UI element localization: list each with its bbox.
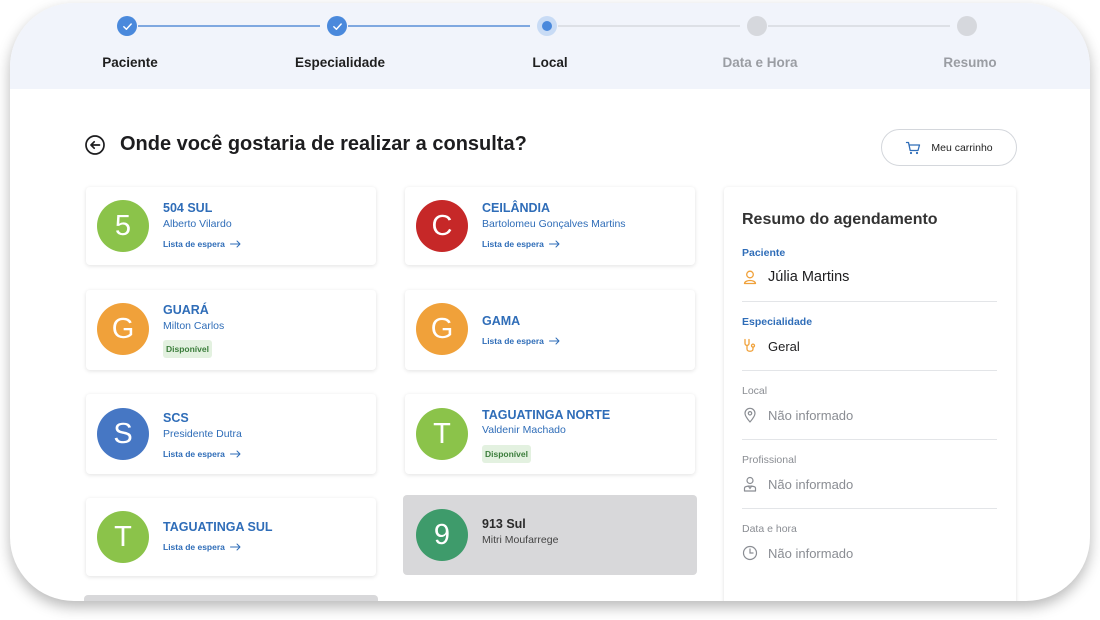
- available-badge: Disponível: [163, 340, 212, 358]
- cart-icon: [906, 141, 921, 154]
- step-label-local: Local: [532, 55, 568, 70]
- location-card-scs[interactable]: S SCS Presidente Dutra Lista de espera: [86, 394, 376, 474]
- summary-datetime-label: Data e hora: [742, 523, 797, 535]
- step-done-icon[interactable]: [117, 16, 137, 36]
- app-window: Paciente Especialidade Local Data e Hora…: [10, 3, 1090, 601]
- location-name: SCS: [163, 411, 189, 425]
- summary-specialty: Especialidade Geral: [742, 316, 997, 354]
- step-connector: [558, 25, 740, 27]
- summary-patient-label: Paciente: [742, 247, 786, 259]
- user-icon: [743, 270, 757, 285]
- location-name: GUARÁ: [163, 303, 209, 317]
- location-card-partial: [84, 595, 378, 601]
- summary-specialty-label: Especialidade: [742, 316, 813, 328]
- location-name: 504 SUL: [163, 201, 213, 215]
- location-avatar: G: [97, 303, 149, 355]
- summary-datetime: Data e hora Não informado: [742, 523, 997, 561]
- waitlist-link-label: Lista de espera: [482, 239, 544, 249]
- arrow-right-icon: [229, 450, 241, 458]
- summary-specialty-value: Geral: [768, 338, 800, 354]
- summary-professional-label: Profissional: [742, 454, 797, 466]
- waitlist-link-label: Lista de espera: [163, 542, 225, 552]
- waitlist-link-label: Lista de espera: [163, 239, 225, 249]
- step-connector: [348, 25, 530, 27]
- step-connector: [138, 25, 320, 27]
- doctor-icon: [743, 476, 757, 492]
- location-card-ceilandia[interactable]: C CEILÂNDIA Bartolomeu Gonçalves Martins…: [405, 187, 695, 265]
- waitlist-link[interactable]: Lista de espera: [163, 239, 241, 249]
- waitlist-link[interactable]: Lista de espera: [482, 336, 560, 346]
- location-card-guara[interactable]: G GUARÁ Milton Carlos Disponível: [86, 290, 376, 370]
- summary-place: Local Não informado: [742, 385, 997, 423]
- back-arrow-icon[interactable]: [84, 134, 106, 156]
- location-card-913-sul: 9 913 Sul Mitri Moufarrege: [403, 495, 697, 575]
- summary-patient-value: Júlia Martins: [768, 269, 850, 285]
- location-avatar: G: [416, 303, 468, 355]
- location-pin-icon: [744, 407, 756, 423]
- divider: [742, 301, 997, 302]
- step-pending-icon: [957, 16, 977, 36]
- waitlist-link-label: Lista de espera: [482, 336, 544, 346]
- divider: [742, 370, 997, 371]
- location-avatar: S: [97, 408, 149, 460]
- summary-datetime-value: Não informado: [768, 545, 854, 561]
- location-doctor: Milton Carlos: [163, 320, 225, 332]
- location-name: TAGUATINGA SUL: [163, 520, 273, 534]
- step-label-especialidade[interactable]: Especialidade: [270, 55, 410, 70]
- page-title: Onde você gostaria de realizar a consult…: [120, 133, 527, 155]
- step-label-paciente[interactable]: Paciente: [60, 55, 200, 70]
- location-doctor: Alberto Vilardo: [163, 218, 232, 230]
- waitlist-link[interactable]: Lista de espera: [163, 449, 241, 459]
- location-avatar: 5: [97, 200, 149, 252]
- location-name: CEILÂNDIA: [482, 201, 551, 215]
- arrow-right-icon: [548, 240, 560, 248]
- location-avatar: T: [416, 408, 468, 460]
- step-current-icon: [537, 16, 557, 36]
- arrow-right-icon: [229, 240, 241, 248]
- step-label-data-hora: Data e Hora: [722, 55, 798, 70]
- location-doctor: Mitri Moufarrege: [482, 534, 559, 546]
- location-avatar: 9: [416, 509, 468, 561]
- location-name: GAMA: [482, 314, 521, 328]
- summary-place-value: Não informado: [768, 407, 854, 423]
- step-label-resumo: Resumo: [943, 55, 997, 70]
- location-name: 913 Sul: [482, 517, 526, 531]
- step-connector: [768, 25, 950, 27]
- arrow-right-icon: [229, 543, 241, 551]
- booking-summary-panel: Resumo do agendamento Paciente Júlia Mar…: [724, 187, 1016, 601]
- location-card-504-sul[interactable]: 5 504 SUL Alberto Vilardo Lista de esper…: [86, 187, 376, 265]
- location-avatar: C: [416, 200, 468, 252]
- summary-professional: Profissional Não informado: [742, 454, 997, 492]
- location-card-taguatinga-norte[interactable]: T TAGUATINGA NORTE Valdenir Machado Disp…: [405, 394, 695, 474]
- waitlist-link[interactable]: Lista de espera: [482, 239, 560, 249]
- location-name: TAGUATINGA NORTE: [482, 408, 611, 422]
- summary-patient: Paciente Júlia Martins: [742, 247, 997, 285]
- waitlist-link-label: Lista de espera: [163, 449, 225, 459]
- location-card-gama[interactable]: G GAMA Lista de espera: [405, 290, 695, 370]
- clock-icon: [742, 545, 758, 561]
- cart-button-label: Meu carrinho: [931, 141, 993, 154]
- progress-stepper: Paciente Especialidade Local Data e Hora…: [10, 3, 1090, 89]
- cart-button[interactable]: Meu carrinho: [881, 129, 1017, 166]
- stethoscope-icon: [744, 338, 756, 352]
- waitlist-link[interactable]: Lista de espera: [163, 542, 241, 552]
- step-done-icon[interactable]: [327, 16, 347, 36]
- location-card-taguatinga-sul[interactable]: T TAGUATINGA SUL Lista de espera: [86, 498, 376, 576]
- location-avatar: T: [97, 511, 149, 563]
- arrow-right-icon: [548, 337, 560, 345]
- location-doctor: Bartolomeu Gonçalves Martins: [482, 218, 626, 230]
- divider: [742, 439, 997, 440]
- location-doctor: Valdenir Machado: [482, 424, 566, 436]
- available-badge: Disponível: [482, 445, 531, 463]
- step-pending-icon: [747, 16, 767, 36]
- summary-place-label: Local: [742, 385, 768, 397]
- divider: [742, 508, 997, 509]
- summary-title: Resumo do agendamento: [742, 211, 938, 228]
- summary-professional-value: Não informado: [768, 476, 854, 492]
- location-doctor: Presidente Dutra: [163, 428, 242, 440]
